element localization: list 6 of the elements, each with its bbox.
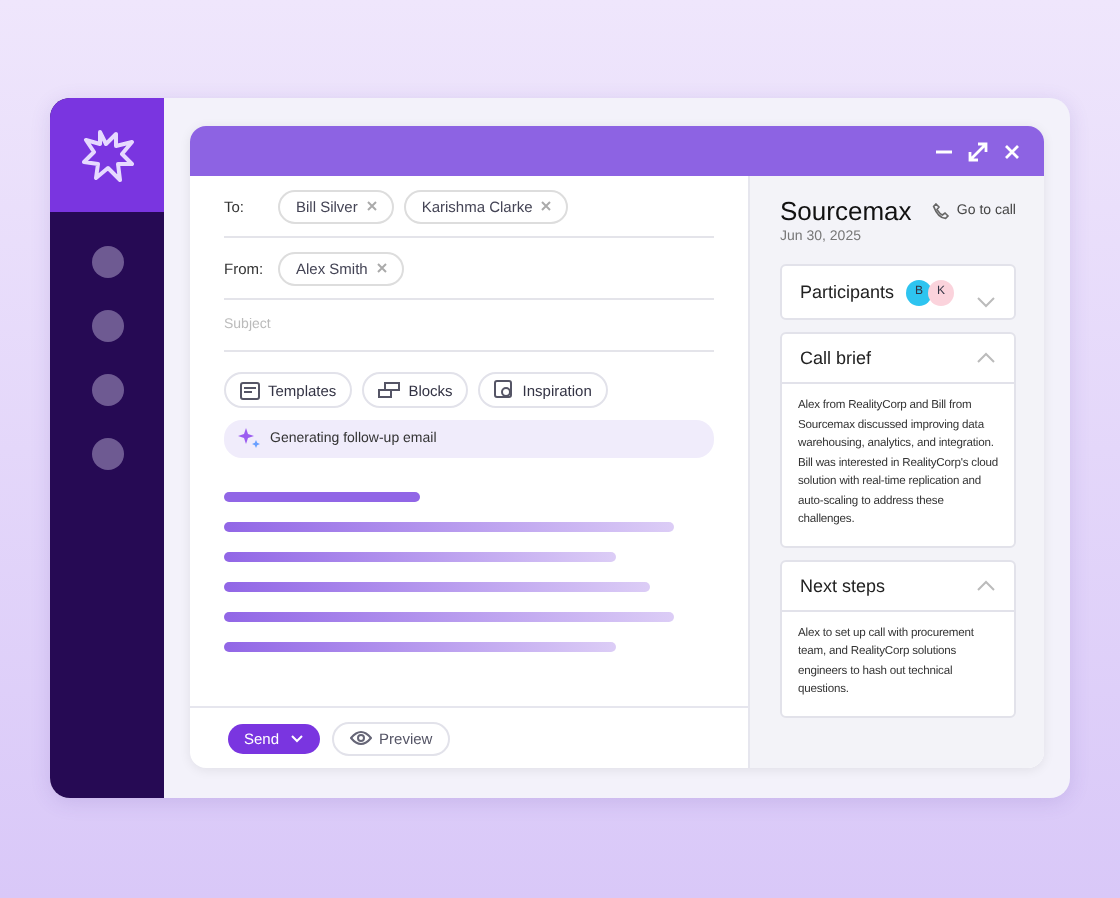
section-header[interactable]: Next steps xyxy=(782,561,1014,611)
company-title: Sourcemax xyxy=(780,196,912,226)
section-title: Next steps xyxy=(800,575,886,595)
section-header[interactable]: Call brief xyxy=(782,334,1014,384)
section-title: Participants xyxy=(800,282,895,302)
section-title: Call brief xyxy=(800,348,872,368)
